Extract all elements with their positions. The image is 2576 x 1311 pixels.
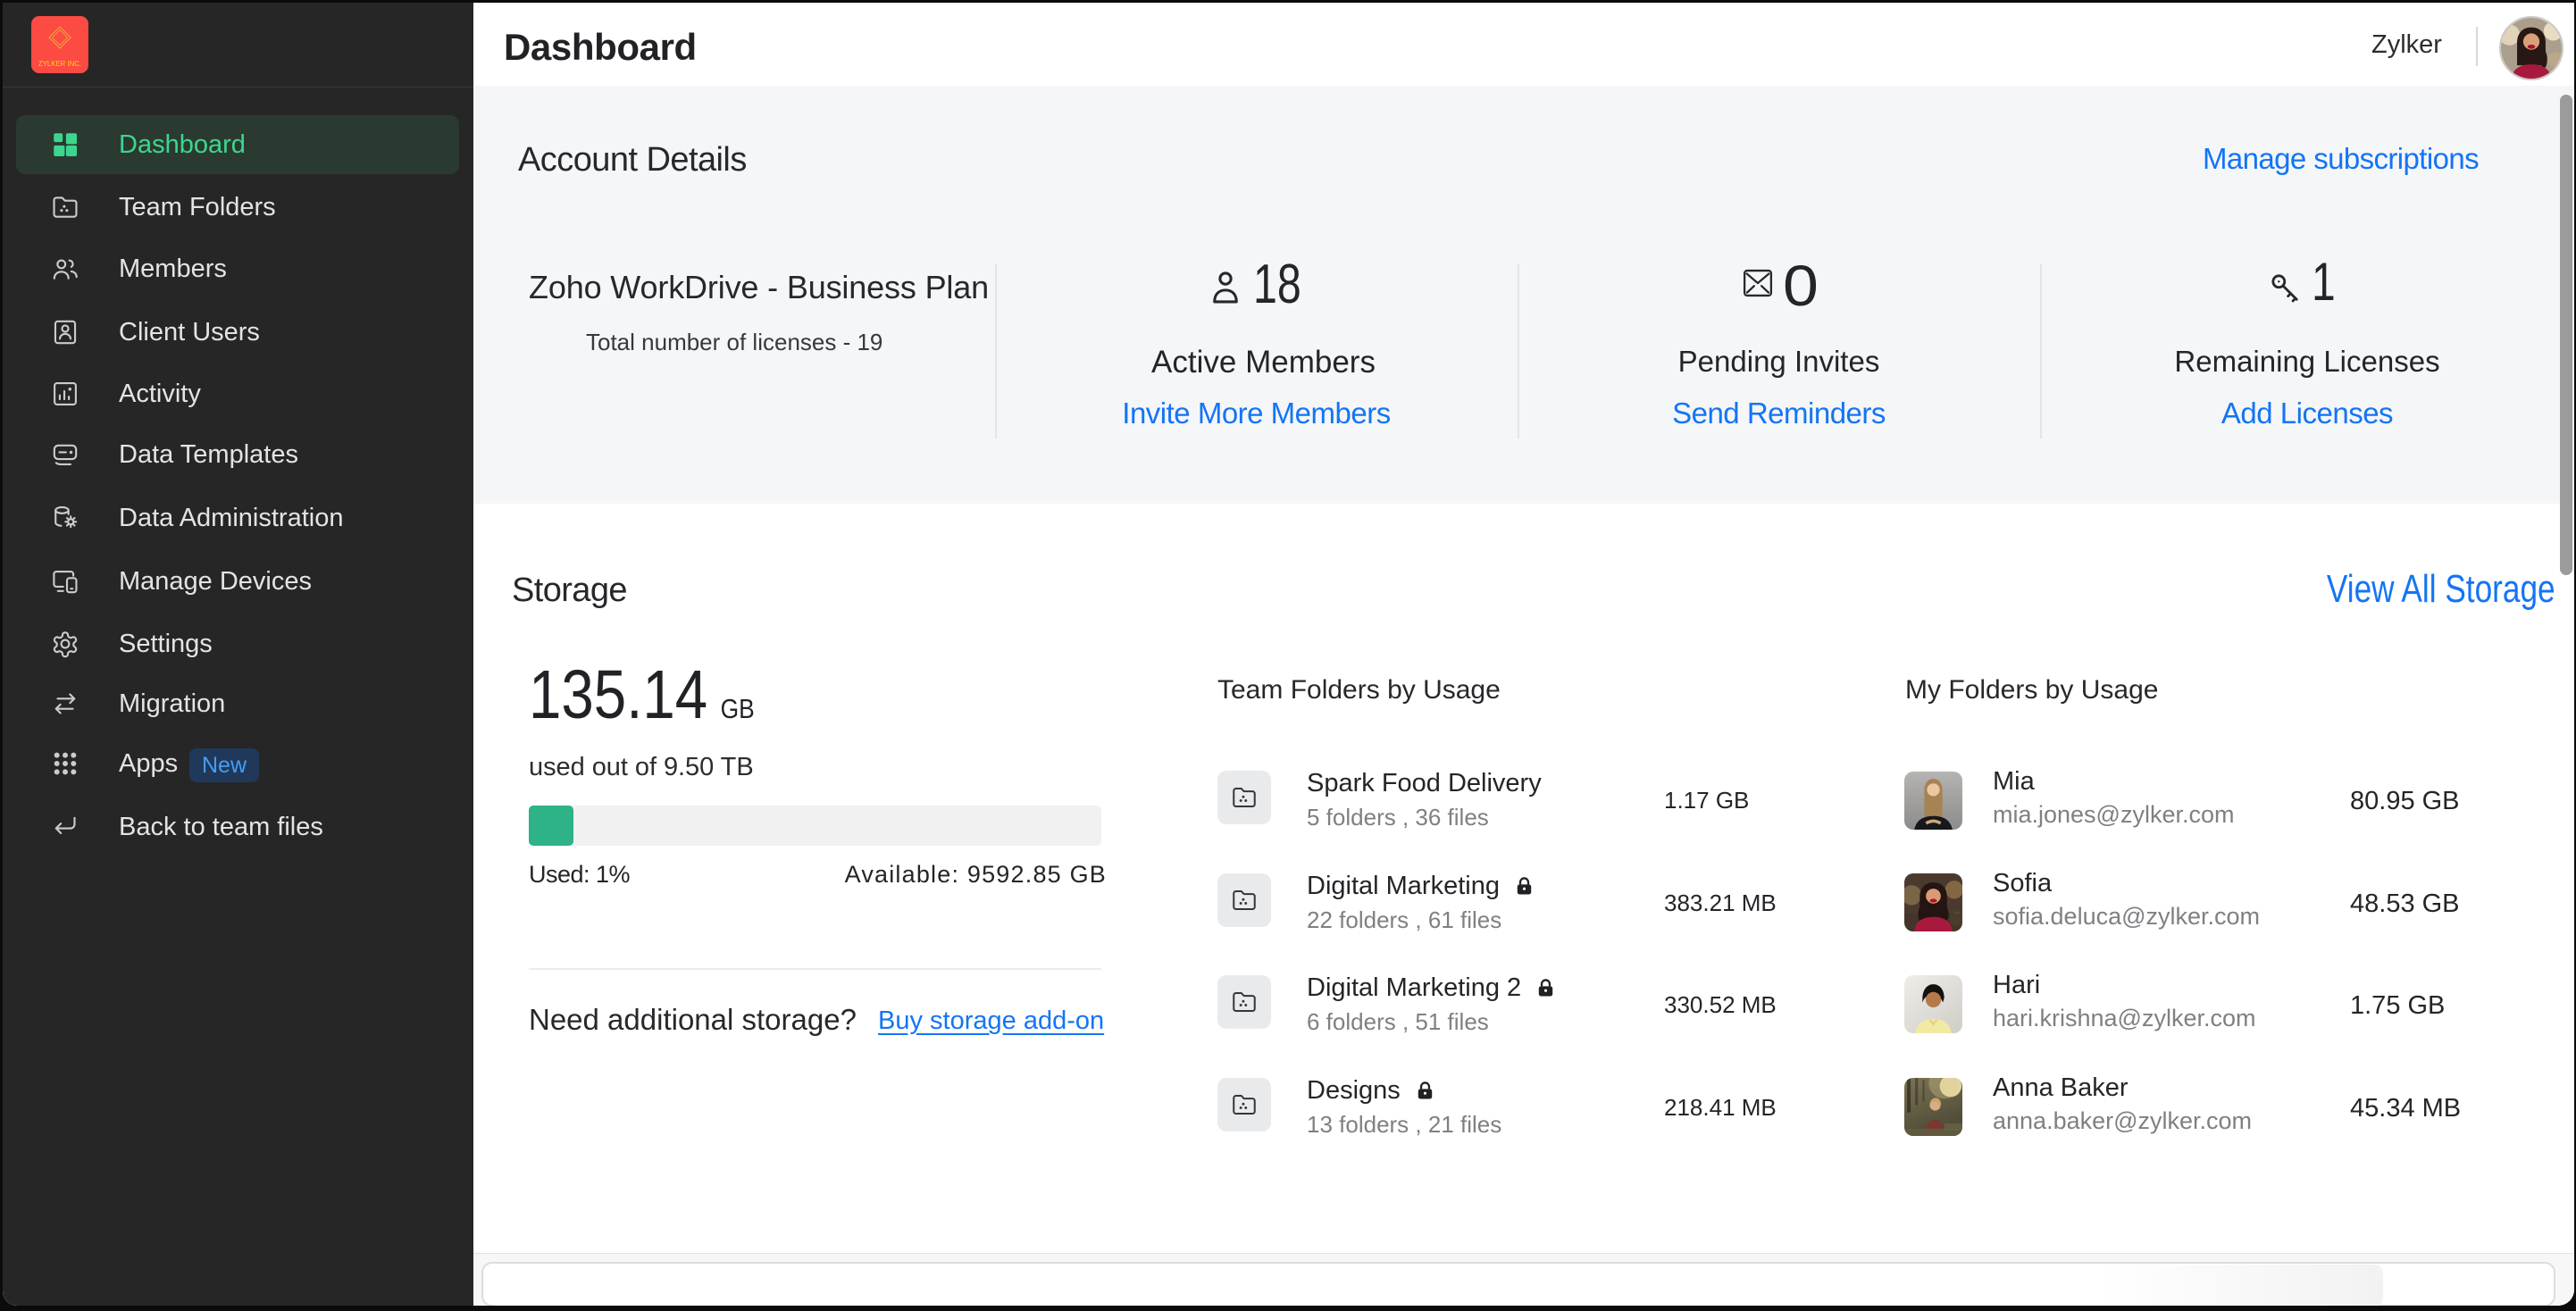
svg-text:ZYLKER INC.: ZYLKER INC.	[38, 60, 81, 68]
